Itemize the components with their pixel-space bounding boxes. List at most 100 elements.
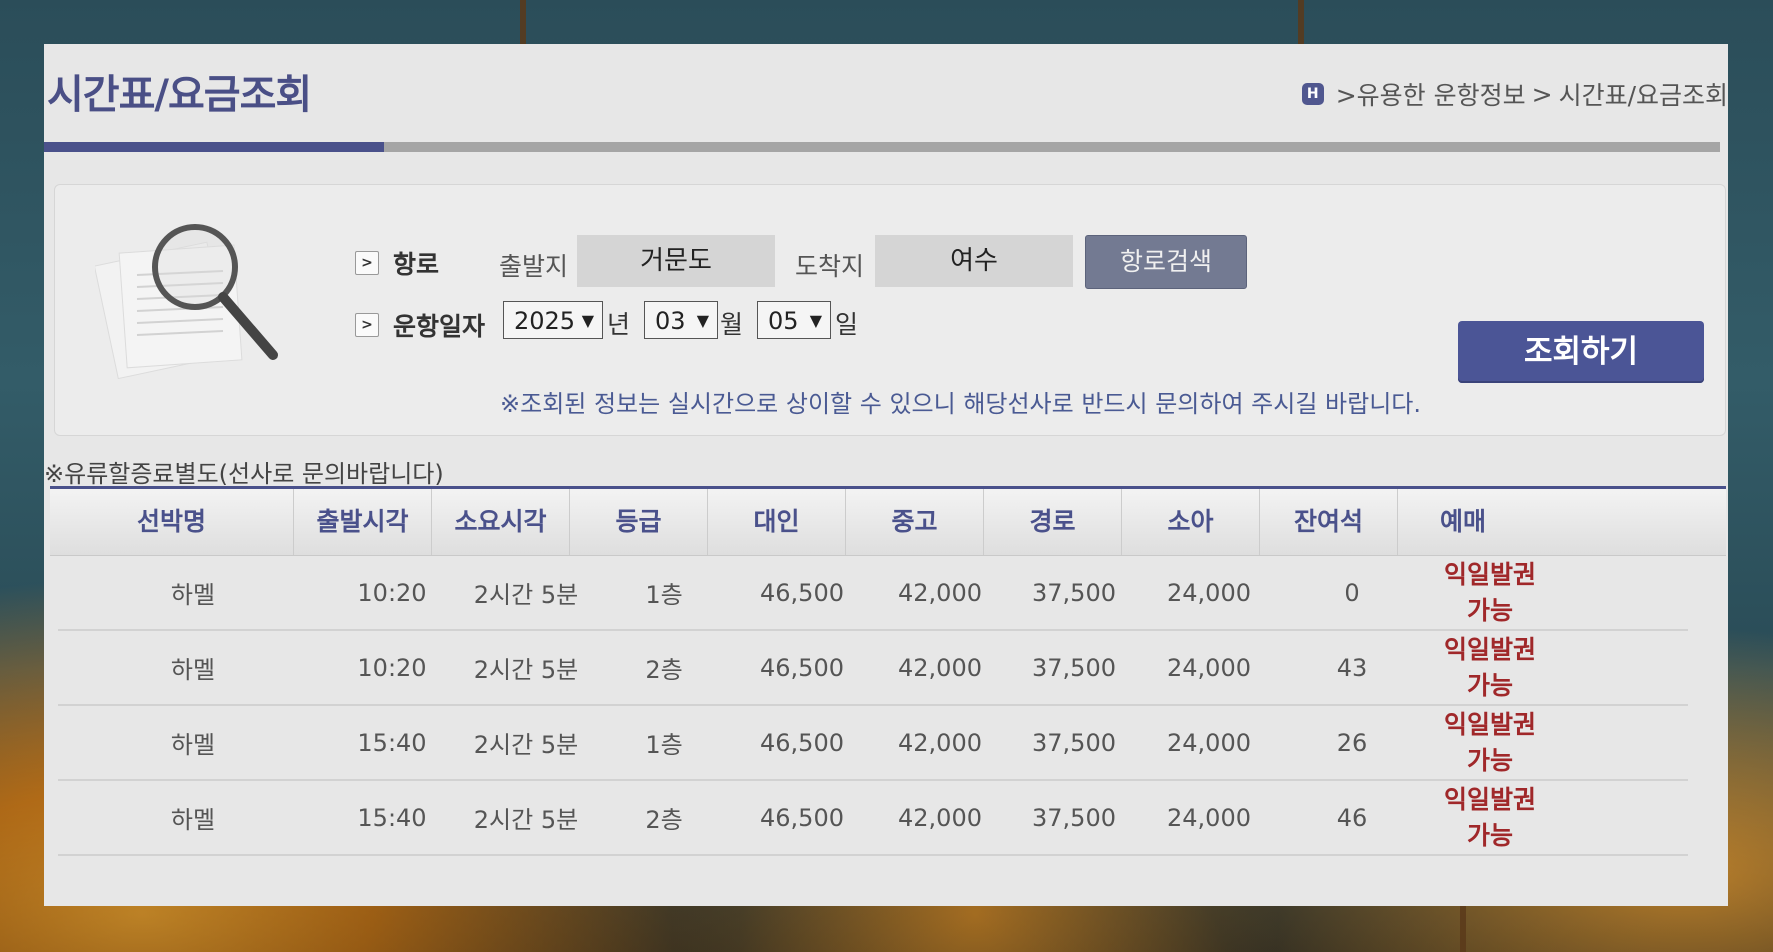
title-underline-accent bbox=[44, 142, 384, 152]
reserve-status-line1: 익일발권 bbox=[1443, 784, 1536, 814]
chevron-down-icon: ▼ bbox=[696, 311, 709, 330]
background-mast bbox=[1460, 906, 1466, 952]
table-row: 하멜 15:40 2시간 5분 1층 46,500 42,000 37,500 … bbox=[58, 706, 1688, 781]
cell-grade: 1층 bbox=[645, 731, 683, 759]
cell-senior: 37,500 bbox=[1032, 578, 1116, 607]
reserve-status[interactable]: 익일발권 가능 bbox=[1426, 707, 1554, 779]
background-mast bbox=[1298, 0, 1304, 44]
reserve-status-line2: 가능 bbox=[1466, 595, 1513, 625]
cell-departure: 10:20 bbox=[357, 653, 427, 682]
breadcrumb-item-current[interactable]: 시간표/요금조회 bbox=[1559, 76, 1728, 112]
cell-departure: 10:20 bbox=[357, 578, 427, 607]
month-select[interactable]: 03 ▼ bbox=[644, 301, 718, 339]
cell-grade: 2층 bbox=[645, 656, 683, 684]
cell-ship: 하멜 bbox=[170, 806, 216, 834]
route-label: 항로 bbox=[393, 250, 440, 279]
day-unit: 일 bbox=[835, 310, 859, 339]
departure-field[interactable]: 거문도 bbox=[577, 235, 775, 287]
reserve-status-line2: 가능 bbox=[1466, 820, 1513, 850]
cell-duration: 2시간 5분 bbox=[473, 731, 579, 759]
cell-child: 24,000 bbox=[1167, 803, 1251, 832]
header-senior: 경로 bbox=[984, 489, 1122, 555]
header-reserve: 예매 bbox=[1439, 507, 1486, 536]
reserve-status-line1: 익일발권 bbox=[1443, 559, 1536, 589]
route-row-label: > 항로 bbox=[355, 245, 439, 281]
cell-seats: 26 bbox=[1336, 728, 1368, 757]
cell-grade: 1층 bbox=[645, 581, 683, 609]
timetable-table: 선박명 출발시각 소요시각 등급 대인 중고 경로 소아 잔여석 예매 하멜 1… bbox=[50, 486, 1726, 856]
breadcrumb: H >유용한 운항정보 > 시간표/요금조회 bbox=[1301, 76, 1728, 112]
cell-adult: 46,500 bbox=[760, 803, 844, 832]
cell-duration: 2시간 5분 bbox=[473, 581, 579, 609]
cell-departure: 15:40 bbox=[357, 728, 427, 757]
header-adult: 대인 bbox=[708, 489, 846, 555]
cell-ship: 하멜 bbox=[170, 581, 216, 609]
cell-adult: 46,500 bbox=[760, 653, 844, 682]
background-mast bbox=[520, 0, 526, 44]
table-header: 선박명 출발시각 소요시각 등급 대인 중고 경로 소아 잔여석 예매 bbox=[50, 486, 1726, 556]
header-child: 소아 bbox=[1122, 489, 1260, 555]
magnifier-icon bbox=[95, 224, 278, 380]
breadcrumb-item-info[interactable]: >유용한 운항정보 bbox=[1336, 76, 1526, 112]
header-youth: 중고 bbox=[846, 489, 984, 555]
cell-seats: 43 bbox=[1336, 653, 1368, 682]
cell-senior: 37,500 bbox=[1032, 653, 1116, 682]
cell-senior: 37,500 bbox=[1032, 728, 1116, 757]
cell-seats: 46 bbox=[1336, 803, 1368, 832]
cell-grade: 2층 bbox=[645, 806, 683, 834]
chevron-down-icon: ▼ bbox=[809, 311, 822, 330]
header-grade: 등급 bbox=[570, 489, 708, 555]
cell-youth: 42,000 bbox=[898, 803, 982, 832]
date-label: 운항일자 bbox=[393, 312, 486, 341]
chevron-right-icon: > bbox=[355, 251, 379, 275]
cell-ship: 하멜 bbox=[170, 656, 216, 684]
cell-seats: 0 bbox=[1344, 578, 1360, 607]
year-select[interactable]: 2025 ▼ bbox=[503, 301, 603, 339]
chevron-right-icon: > bbox=[355, 313, 379, 337]
header-duration: 소요시각 bbox=[432, 489, 570, 555]
header-departure: 출발시각 bbox=[294, 489, 432, 555]
header-ship: 선박명 bbox=[50, 489, 294, 555]
date-row-label: > 운항일자 bbox=[355, 307, 485, 343]
arrival-label: 도착지 bbox=[795, 252, 865, 281]
year-value: 2025 bbox=[514, 307, 576, 335]
day-value: 05 bbox=[768, 307, 799, 335]
cell-ship: 하멜 bbox=[170, 731, 216, 759]
arrival-field[interactable]: 여수 bbox=[875, 235, 1073, 287]
header-seats: 잔여석 bbox=[1260, 489, 1398, 555]
year-unit: 년 bbox=[607, 310, 631, 339]
home-icon[interactable]: H bbox=[1301, 83, 1324, 105]
reserve-status-line1: 익일발권 bbox=[1443, 709, 1536, 739]
departure-label: 출발지 bbox=[499, 252, 569, 281]
cell-duration: 2시간 5분 bbox=[473, 806, 579, 834]
query-button[interactable]: 조회하기 bbox=[1458, 321, 1704, 383]
reserve-status-line2: 가능 bbox=[1466, 745, 1513, 775]
table-row: 하멜 15:40 2시간 5분 2층 46,500 42,000 37,500 … bbox=[58, 781, 1688, 856]
table-row: 하멜 10:20 2시간 5분 2층 46,500 42,000 37,500 … bbox=[58, 631, 1688, 706]
chevron-down-icon: ▼ bbox=[581, 311, 594, 330]
cell-adult: 46,500 bbox=[760, 728, 844, 757]
cell-child: 24,000 bbox=[1167, 653, 1251, 682]
reserve-status[interactable]: 익일발권 가능 bbox=[1426, 557, 1554, 629]
realtime-notice: ※조회된 정보는 실시간으로 상이할 수 있으니 해당선사로 반드시 문의하여 … bbox=[500, 390, 1421, 418]
fuel-surcharge-note: ※유류할증료별도(선사로 문의바랍니다) bbox=[44, 460, 444, 488]
reserve-status-line1: 익일발권 bbox=[1443, 634, 1536, 664]
breadcrumb-separator: > bbox=[1531, 79, 1553, 109]
route-search-button[interactable]: 항로검색 bbox=[1085, 235, 1247, 289]
reserve-status[interactable]: 익일발권 가능 bbox=[1426, 782, 1554, 854]
reserve-status-line2: 가능 bbox=[1466, 670, 1513, 700]
table-row: 하멜 10:20 2시간 5분 1층 46,500 42,000 37,500 … bbox=[58, 556, 1688, 631]
cell-child: 24,000 bbox=[1167, 578, 1251, 607]
cell-adult: 46,500 bbox=[760, 578, 844, 607]
timetable-window: 시간표/요금조회 H >유용한 운항정보 > 시간표/요금조회 > 항로 출발지… bbox=[44, 44, 1728, 906]
page-title: 시간표/요금조회 bbox=[47, 72, 312, 118]
cell-duration: 2시간 5분 bbox=[473, 656, 579, 684]
cell-youth: 42,000 bbox=[898, 728, 982, 757]
cell-youth: 42,000 bbox=[898, 578, 982, 607]
month-value: 03 bbox=[655, 307, 686, 335]
month-unit: 월 bbox=[720, 310, 744, 339]
title-underline bbox=[44, 142, 1720, 152]
day-select[interactable]: 05 ▼ bbox=[757, 301, 831, 339]
reserve-status[interactable]: 익일발권 가능 bbox=[1426, 632, 1554, 704]
cell-child: 24,000 bbox=[1167, 728, 1251, 757]
